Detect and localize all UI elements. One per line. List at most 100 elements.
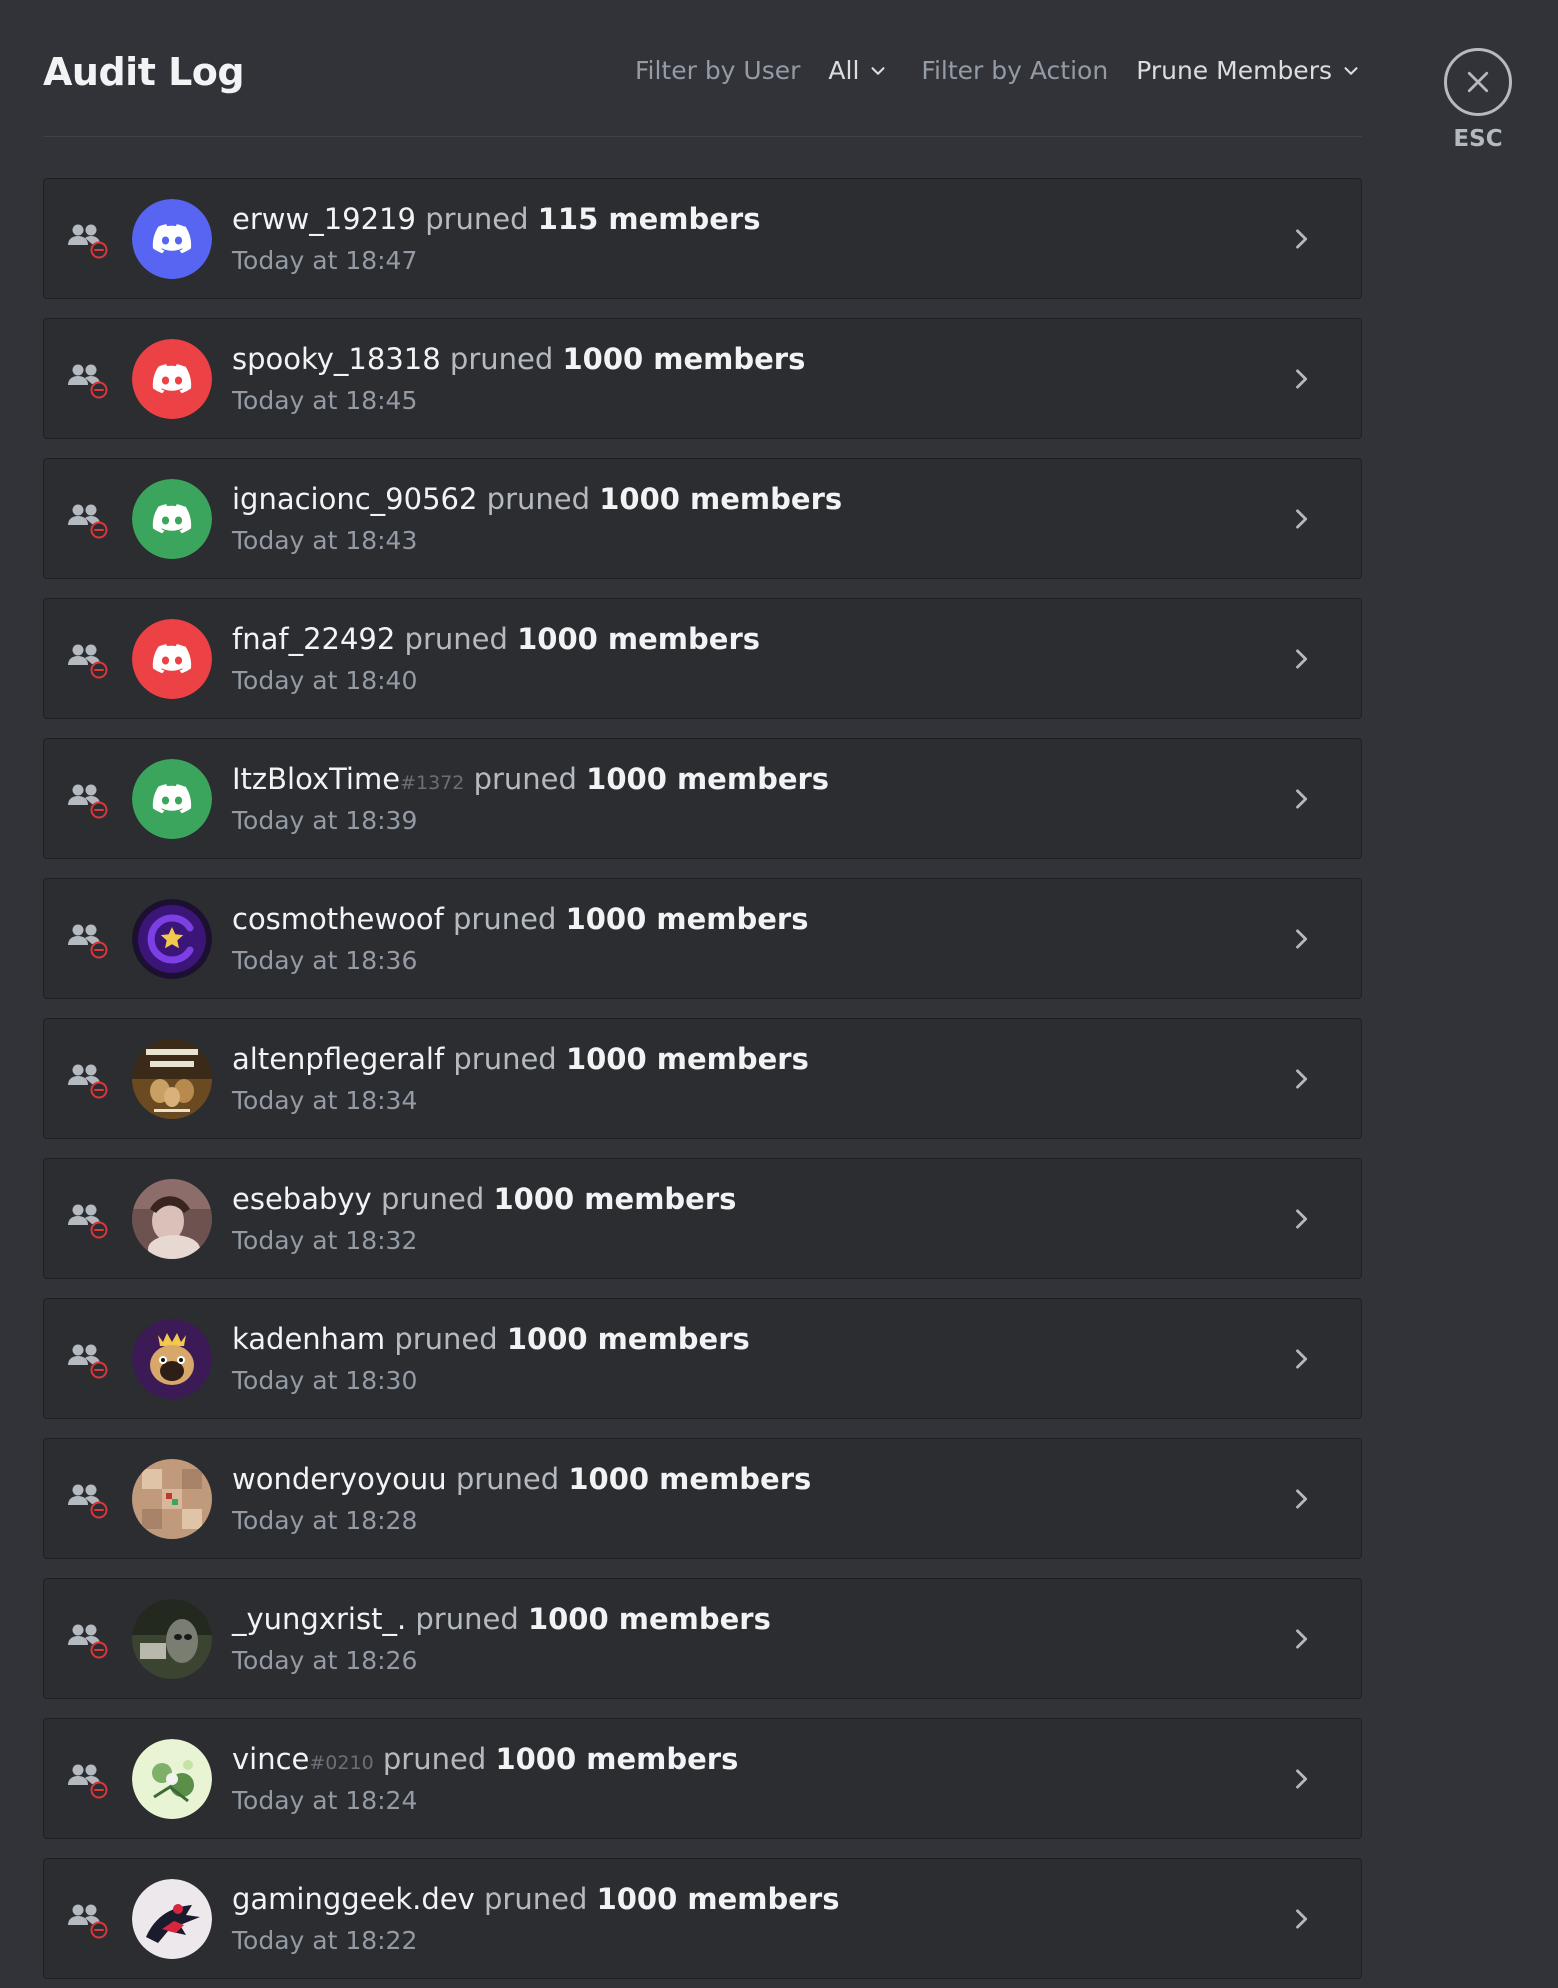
chevron-down-icon — [1344, 66, 1358, 75]
esc-label: ESC — [1453, 126, 1503, 152]
entry-text: ignacionc_90562 pruned 1000 members Toda… — [232, 481, 842, 557]
members-prune-icon — [68, 1764, 108, 1799]
entry-text: _yungxrist_. pruned 1000 members Today a… — [232, 1601, 771, 1677]
close-button[interactable] — [1444, 48, 1512, 116]
members-prune-icon — [68, 224, 108, 259]
discord-green-avatar[interactable] — [132, 479, 212, 559]
entry-username[interactable]: erww_19219 — [232, 202, 416, 236]
entry-text: cosmothewoof pruned 1000 members Today a… — [232, 901, 808, 977]
entry-count: 1000 members — [562, 342, 806, 376]
entry-verb: pruned — [455, 1462, 569, 1496]
entry-username[interactable]: kadenham — [232, 1322, 385, 1356]
entry-verb: pruned — [380, 1182, 494, 1216]
dark-photo-avatar[interactable] — [132, 1599, 212, 1679]
portrait-photo-avatar[interactable] — [132, 1179, 212, 1259]
entry-username[interactable]: cosmothewoof — [232, 902, 444, 936]
members-prune-icon — [68, 1204, 108, 1239]
meme-photo-avatar[interactable] — [132, 1039, 212, 1119]
audit-log-entry[interactable]: altenpflegeralf pruned 1000 members Toda… — [43, 1018, 1362, 1139]
entry-verb: pruned — [486, 482, 600, 516]
entry-count: 1000 members — [495, 1742, 739, 1776]
audit-log-entry[interactable]: _yungxrist_. pruned 1000 members Today a… — [43, 1578, 1362, 1699]
entry-username[interactable]: spooky_18318 — [232, 342, 441, 376]
entry-count: 1000 members — [517, 622, 761, 656]
entry-text: gaminggeek.dev pruned 1000 members Today… — [232, 1881, 839, 1957]
entry-verb: pruned — [415, 1602, 528, 1636]
chevron-right-icon — [1296, 929, 1308, 949]
floral-light-avatar[interactable] — [132, 1739, 212, 1819]
chevron-right-icon — [1296, 509, 1308, 529]
spider-hero-avatar[interactable] — [132, 1879, 212, 1959]
chevron-right-icon — [1296, 1769, 1308, 1789]
entry-text: esebabyy pruned 1000 members Today at 18… — [232, 1181, 736, 1257]
audit-log-entry[interactable]: fnaf_22492 pruned 1000 members Today at … — [43, 598, 1362, 719]
entry-text: wonderyoyouu pruned 1000 members Today a… — [232, 1461, 811, 1537]
entry-text: ItzBloxTime#1372 pruned 1000 members Tod… — [232, 761, 829, 837]
chevron-right-icon — [1296, 1349, 1308, 1369]
close-area: ESC — [1442, 48, 1514, 152]
members-prune-icon — [68, 1624, 108, 1659]
audit-log-list: erww_19219 pruned 115 members Today at 1… — [43, 178, 1362, 1988]
pixel-block-avatar[interactable] — [132, 1459, 212, 1539]
entry-text: altenpflegeralf pruned 1000 members Toda… — [232, 1041, 809, 1117]
entry-timestamp: Today at 18:26 — [232, 1646, 418, 1675]
audit-log-entry[interactable]: esebabyy pruned 1000 members Today at 18… — [43, 1158, 1362, 1279]
entry-username[interactable]: ignacionc_90562 — [232, 482, 477, 516]
entry-timestamp: Today at 18:40 — [232, 666, 418, 695]
close-icon — [1467, 71, 1489, 93]
entry-username[interactable]: wonderyoyouu — [232, 1462, 447, 1496]
entry-count: 1000 members — [493, 1182, 737, 1216]
members-prune-icon — [68, 784, 108, 819]
entry-timestamp: Today at 18:30 — [232, 1366, 418, 1395]
chevron-right-icon — [1296, 229, 1308, 249]
entry-count: 1000 members — [506, 1322, 750, 1356]
entry-verb: pruned — [449, 342, 563, 376]
entry-verb: pruned — [453, 1042, 566, 1076]
star-purple-avatar[interactable] — [132, 899, 212, 979]
audit-log-header: Audit Log Filter by User All Filter by A… — [43, 40, 1362, 137]
entry-count: 1000 members — [565, 902, 809, 936]
audit-log-page: Audit Log Filter by User All Filter by A… — [0, 0, 1558, 1988]
entry-timestamp: Today at 18:43 — [232, 526, 418, 555]
entry-username[interactable]: _yungxrist_. — [232, 1602, 406, 1636]
filter-action-value: Prune Members — [1136, 56, 1332, 85]
page-title: Audit Log — [43, 50, 245, 94]
entry-username[interactable]: vince — [232, 1742, 309, 1776]
entry-text: vince#0210 pruned 1000 members Today at … — [232, 1741, 738, 1817]
entry-timestamp: Today at 18:45 — [232, 386, 418, 415]
audit-log-entry[interactable]: wonderyoyouu pruned 1000 members Today a… — [43, 1438, 1362, 1559]
chevron-right-icon — [1296, 1069, 1308, 1089]
entry-username[interactable]: gaminggeek.dev — [232, 1882, 475, 1916]
discord-red-avatar[interactable] — [132, 619, 212, 699]
entry-verb: pruned — [382, 1742, 496, 1776]
audit-log-entry[interactable]: kadenham pruned 1000 members Today at 18… — [43, 1298, 1362, 1419]
filter-bar: Filter by User All Filter by Action Prun… — [605, 56, 1362, 85]
pug-king-avatar[interactable] — [132, 1319, 212, 1399]
entry-username[interactable]: fnaf_22492 — [232, 622, 395, 656]
entry-count: 1000 members — [527, 1602, 771, 1636]
filter-action-dropdown[interactable]: Prune Members — [1136, 56, 1362, 85]
discord-blurple-avatar[interactable] — [132, 199, 212, 279]
discord-red-avatar[interactable] — [132, 339, 212, 419]
members-prune-icon — [68, 1064, 108, 1099]
audit-log-entry[interactable]: ignacionc_90562 pruned 1000 members Toda… — [43, 458, 1362, 579]
entry-timestamp: Today at 18:24 — [232, 1786, 418, 1815]
members-prune-icon — [68, 1904, 108, 1939]
discord-green-avatar[interactable] — [132, 759, 212, 839]
audit-log-entry[interactable]: ItzBloxTime#1372 pruned 1000 members Tod… — [43, 738, 1362, 859]
audit-log-entry[interactable]: vince#0210 pruned 1000 members Today at … — [43, 1718, 1362, 1839]
audit-log-entry[interactable]: gaminggeek.dev pruned 1000 members Today… — [43, 1858, 1362, 1979]
entry-username[interactable]: ItzBloxTime — [232, 762, 400, 796]
members-prune-icon — [68, 504, 108, 539]
audit-log-entry[interactable]: erww_19219 pruned 115 members Today at 1… — [43, 178, 1362, 299]
filter-user-dropdown[interactable]: All — [828, 56, 889, 85]
audit-log-entry[interactable]: spooky_18318 pruned 1000 members Today a… — [43, 318, 1362, 439]
entry-username[interactable]: esebabyy — [232, 1182, 372, 1216]
entry-count: 1000 members — [586, 762, 830, 796]
chevron-right-icon — [1296, 369, 1308, 389]
audit-log-entry[interactable]: cosmothewoof pruned 1000 members Today a… — [43, 878, 1362, 999]
entry-count: 115 members — [537, 202, 761, 236]
entry-verb: pruned — [473, 762, 587, 796]
entry-username[interactable]: altenpflegeralf — [232, 1042, 444, 1076]
members-prune-icon — [68, 364, 108, 399]
